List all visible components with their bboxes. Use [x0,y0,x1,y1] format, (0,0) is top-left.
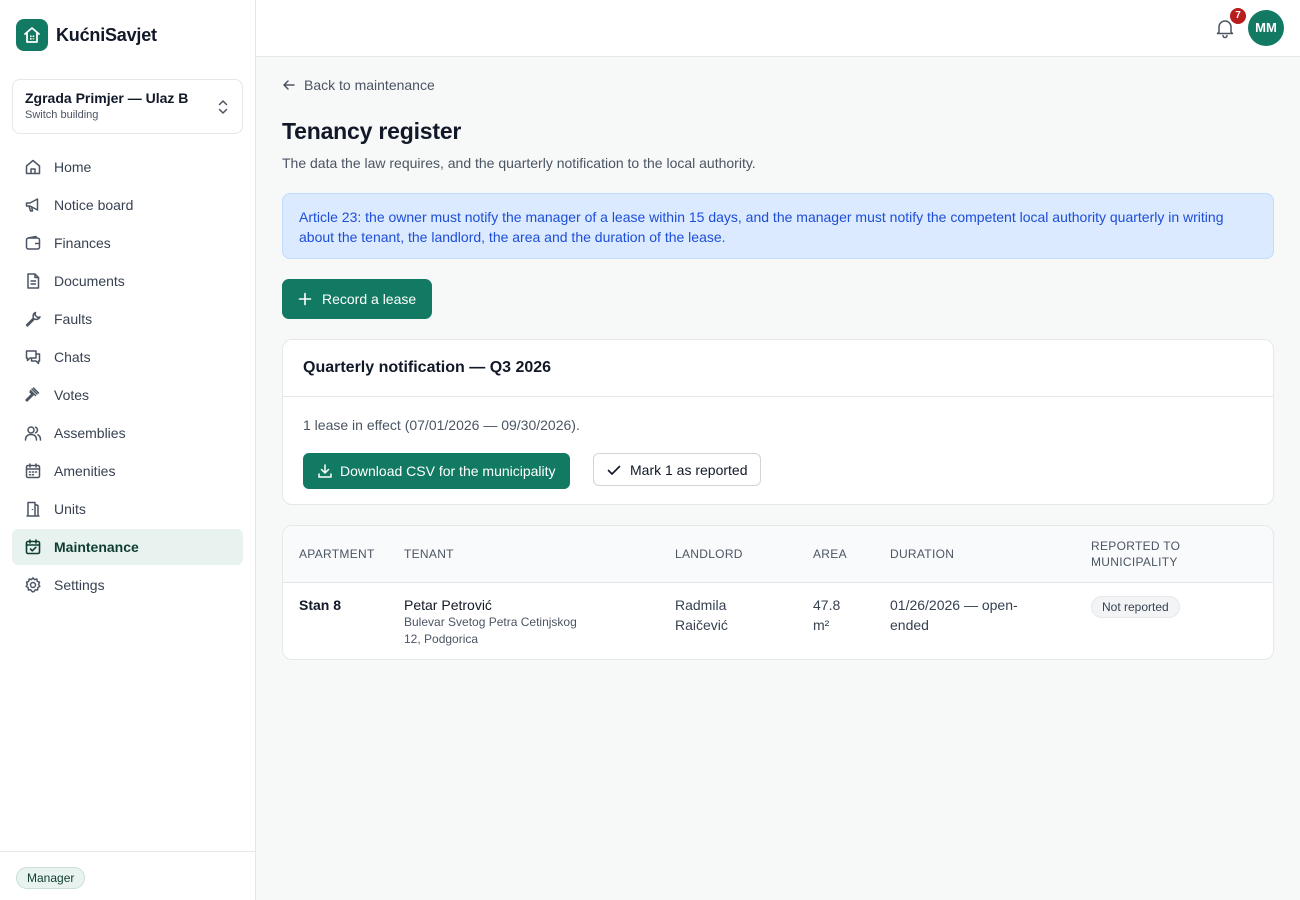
building-switch-label: Switch building [25,109,99,121]
cell-landlord: Radmila Raičević [675,595,728,635]
sidebar-item-label: Notice board [54,197,134,213]
download-csv-label: Download CSV for the municipality [340,463,556,479]
sidebar-item-label: Votes [54,387,90,403]
wrench-icon [24,310,42,328]
calendar-check-icon [24,538,42,556]
app-name: KućniSavjet [56,24,157,45]
quarterly-notification-summary: 1 lease in effect (07/01/2026 — 09/30/20… [303,417,580,433]
document-icon [24,272,42,290]
cell-area-unit: m² [813,617,830,633]
column-header-area: AREA [813,547,847,561]
sidebar-item-label: Documents [54,273,125,289]
column-header-landlord: LANDLORD [675,547,743,561]
status-badge: Not reported [1091,596,1180,618]
cell-landlord-line-1: Radmila [675,597,727,613]
house-logo-icon [16,19,48,51]
sidebar-item-maintenance[interactable]: Maintenance [12,529,243,565]
quarterly-notification-title: Quarterly notification — Q3 2026 [283,340,1273,397]
sidebar-item-label: Maintenance [54,539,139,555]
cell-landlord-line-2: Raičević [675,617,728,633]
cell-tenant-address-line-1: Bulevar Svetog Petra Cetinjskog [404,615,577,629]
column-header-reported-line-1: REPORTED TO [1091,539,1181,553]
page-title: Tenancy register [282,118,462,144]
sidebar-item-amenities[interactable]: Amenities [12,453,243,489]
column-header-apartment: APARTMENT [299,547,375,561]
users-icon [24,424,42,442]
sidebar-footer: Manager [0,851,255,900]
sidebar-item-home[interactable]: Home [12,149,243,185]
cell-area-value: 47.8 [813,597,841,613]
back-link-label: Back to maintenance [304,77,435,93]
sidebar-item-settings[interactable]: Settings [12,567,243,603]
sidebar-item-finances[interactable]: Finances [12,225,243,261]
sidebar-item-label: Units [54,501,86,517]
home-icon [24,158,42,176]
sidebar-item-label: Chats [54,349,91,365]
sidebar-item-votes[interactable]: Votes [12,377,243,413]
calendar-icon [24,462,42,480]
arrow-left-icon [283,80,295,90]
cell-tenant-name: Petar Petrović [404,597,492,613]
page-subtitle: The data the law requires, and the quart… [282,155,756,171]
sidebar-item-faults[interactable]: Faults [12,301,243,337]
cell-duration-line-1: 01/26/2026 — open- [890,597,1018,613]
role-badge: Manager [16,867,86,889]
cell-tenant-address: Bulevar Svetog Petra Cetinjskog 12, Podg… [404,614,577,648]
download-csv-button[interactable]: Download CSV for the municipality [303,453,570,489]
column-header-reported-line-2: MUNICIPALITY [1091,555,1178,569]
sidebar-item-documents[interactable]: Documents [12,263,243,299]
cell-duration: 01/26/2026 — open- ended [890,595,1018,635]
gavel-icon [24,386,42,404]
mark-reported-label: Mark 1 as reported [630,461,748,478]
mark-reported-button[interactable]: Mark 1 as reported [593,453,761,486]
column-header-duration: DURATION [890,547,955,561]
avatar[interactable]: MM [1248,10,1284,46]
table-header: APARTMENT TENANT LANDLORD AREA DURATION … [283,526,1273,583]
cell-duration-line-2: ended [890,617,929,633]
sidebar: KućniSavjet Zgrada Primjer — Ulaz B Swit… [0,0,256,900]
sidebar-item-label: Assemblies [54,425,126,441]
cell-apartment: Stan 8 [299,597,342,613]
building-name: Zgrada Primjer — Ulaz B [25,90,189,106]
record-lease-button[interactable]: Record a lease [282,279,433,319]
sidebar-item-chats[interactable]: Chats [12,339,243,375]
chevron-up-down-icon [216,98,230,119]
column-header-reported: REPORTED TO MUNICIPALITY [1091,538,1180,570]
wallet-icon [24,234,42,252]
plus-icon [298,292,312,306]
brand[interactable]: KućniSavjet [16,19,157,51]
topbar: 7 MM [256,0,1300,57]
building-switcher[interactable]: Zgrada Primjer — Ulaz B Switch building [12,79,243,134]
sidebar-item-units[interactable]: Units [12,491,243,527]
gear-icon [24,576,42,594]
legal-info-banner: Article 23: the owner must notify the ma… [282,193,1274,259]
record-lease-label: Record a lease [322,291,417,307]
quarterly-notification-card: Quarterly notification — Q3 2026 1 lease… [282,339,1274,505]
sidebar-item-label: Amenities [54,463,116,479]
notification-count-badge: 7 [1230,8,1246,24]
sidebar-nav: Home Notice board Finances Documents Fau… [12,149,243,605]
cell-area: 47.8 m² [813,595,840,635]
column-header-tenant: TENANT [404,547,454,561]
sidebar-item-notice-board[interactable]: Notice board [12,187,243,223]
sidebar-item-assemblies[interactable]: Assemblies [12,415,243,451]
sidebar-item-label: Faults [54,311,93,327]
sidebar-item-label: Finances [54,235,111,251]
check-icon [607,465,621,475]
sidebar-item-label: Settings [54,577,105,593]
cell-tenant-address-line-2: 12, Podgorica [404,632,479,646]
tenancy-table: APARTMENT TENANT LANDLORD AREA DURATION … [282,525,1274,660]
download-icon [318,464,332,478]
sidebar-item-label: Home [54,159,92,175]
back-link[interactable]: Back to maintenance [282,77,435,93]
chat-icon [24,348,42,366]
door-icon [24,500,42,518]
megaphone-icon [24,196,42,214]
